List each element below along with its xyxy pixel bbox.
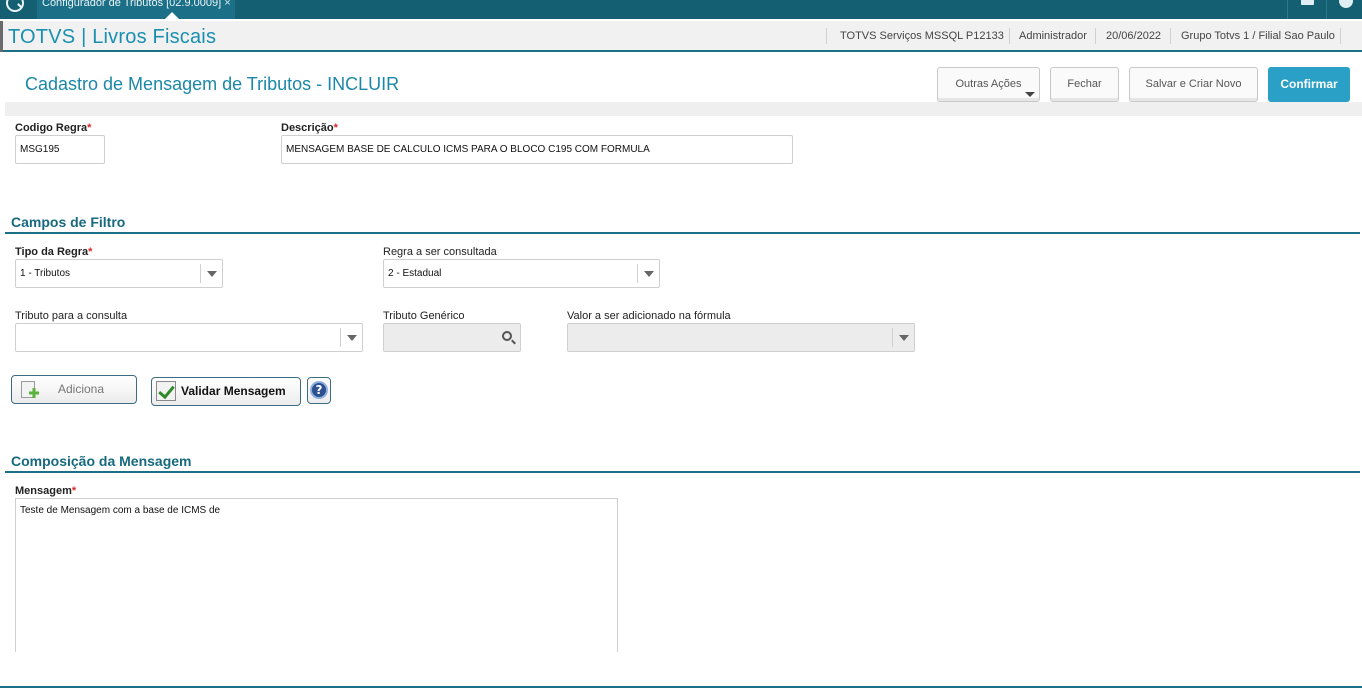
- tipo-regra-label: Tipo da Regra*: [15, 246, 92, 258]
- required-mark: *: [71, 485, 77, 497]
- info-icon: [1339, 0, 1353, 8]
- tributo-consulta-select[interactable]: [15, 323, 363, 352]
- valor-formula-label: Valor a ser adicionado na fórmula: [567, 310, 731, 322]
- composition-section-title: Composição da Mensagem: [11, 453, 192, 469]
- tipo-regra-label-text: Tipo da Regra: [15, 246, 89, 258]
- close-label: Fechar: [1067, 78, 1102, 90]
- mail-icon: [1301, 0, 1314, 5]
- help-icon: ?: [310, 381, 328, 399]
- composition-section-divider: [5, 471, 1360, 473]
- header-divider: [1340, 28, 1341, 44]
- confirm-button[interactable]: Confirmar: [1268, 67, 1350, 102]
- descricao-label: Descrição*: [281, 122, 338, 134]
- chevron-down-icon: [1025, 92, 1035, 97]
- environment-label: TOTVS Serviços MSSQL P12133: [840, 30, 1004, 42]
- regra-consultada-value: 2 - Estadual: [388, 268, 442, 279]
- title-separator-strip: [5, 102, 1362, 116]
- codigo-regra-label-text: Codigo Regra: [15, 122, 88, 134]
- active-tab-indicator: [165, 12, 179, 19]
- validar-mensagem-button[interactable]: Validar Mensagem: [151, 377, 301, 406]
- app-title: TOTVS | Livros Fiscais: [8, 26, 217, 48]
- add-document-icon: [21, 381, 35, 398]
- info-button[interactable]: [1326, 0, 1362, 19]
- valor-formula-select[interactable]: [567, 323, 915, 352]
- filter-section-divider: [5, 232, 1360, 234]
- tributo-generico-label: Tributo Genérico: [383, 310, 465, 322]
- regra-consultada-label: Regra a ser consultada: [383, 246, 497, 258]
- required-mark: *: [87, 122, 92, 134]
- header-divider: [1095, 28, 1096, 44]
- chevron-down-icon[interactable]: [340, 328, 362, 347]
- validar-mensagem-label: Validar Mensagem: [181, 384, 286, 398]
- header-edge: [0, 21, 3, 52]
- descricao-input[interactable]: MENSAGEM BASE DE CALCULO ICMS PARA O BLO…: [281, 135, 793, 164]
- chevron-down-icon[interactable]: [892, 328, 914, 347]
- tipo-regra-value: 1 - Tributos: [20, 268, 71, 279]
- search-icon[interactable]: [502, 331, 512, 341]
- tab-configurador[interactable]: Configurador de Tributos [02.9.0009] ×: [37, 0, 235, 19]
- mensagem-label-text: Mensagem: [15, 485, 72, 497]
- mensagem-label: Mensagem*: [15, 485, 76, 497]
- required-mark: *: [88, 246, 93, 258]
- filter-section-title: Campos de Filtro: [11, 214, 126, 230]
- other-actions-button[interactable]: Outras Ações: [937, 67, 1040, 102]
- save-and-new-button[interactable]: Salvar e Criar Novo: [1129, 67, 1258, 102]
- user-label: Administrador: [1019, 30, 1087, 42]
- header-divider: [1170, 28, 1171, 44]
- regra-consultada-select[interactable]: 2 - Estadual: [383, 259, 660, 288]
- close-button[interactable]: Fechar: [1050, 67, 1119, 102]
- home-icon[interactable]: [6, 0, 24, 12]
- tab-title: Configurador de Tributos [02.9.0009]: [42, 0, 222, 9]
- confirm-label: Confirmar: [1280, 77, 1338, 91]
- tipo-regra-select[interactable]: 1 - Tributos: [15, 259, 223, 288]
- chevron-down-icon[interactable]: [200, 264, 222, 283]
- help-button[interactable]: ?: [307, 377, 331, 404]
- header-divider: [826, 28, 827, 44]
- mail-button[interactable]: [1287, 0, 1325, 19]
- tributo-consulta-label: Tributo para a consulta: [15, 310, 128, 322]
- branch-label: Grupo Totvs 1 / Filial Sao Paulo: [1181, 30, 1335, 42]
- page-title: Cadastro de Mensagem de Tributos - INCLU…: [25, 74, 400, 94]
- tributo-generico-input[interactable]: [383, 323, 521, 352]
- codigo-regra-input[interactable]: MSG195: [15, 135, 105, 164]
- adiciona-button[interactable]: Adiciona: [11, 375, 137, 404]
- other-actions-label: Outras Ações: [955, 78, 1022, 90]
- tab-close-icon[interactable]: ×: [224, 0, 230, 9]
- chevron-down-icon[interactable]: [637, 264, 659, 283]
- mensagem-textarea[interactable]: Teste de Mensagem com a base de ICMS de: [15, 498, 618, 652]
- app-header: TOTVS | Livros Fiscais TOTVS Serviços MS…: [0, 21, 1362, 52]
- header-divider: [1009, 28, 1010, 44]
- required-mark: *: [333, 122, 338, 134]
- codigo-regra-label: Codigo Regra*: [15, 122, 91, 134]
- checkmark-icon: [156, 381, 176, 401]
- top-bar: Configurador de Tributos [02.9.0009] ×: [0, 0, 1362, 19]
- descricao-label-text: Descrição: [281, 122, 334, 134]
- adiciona-label: Adiciona: [58, 382, 105, 396]
- date-label: 20/06/2022: [1106, 30, 1162, 42]
- save-and-new-label: Salvar e Criar Novo: [1145, 78, 1242, 90]
